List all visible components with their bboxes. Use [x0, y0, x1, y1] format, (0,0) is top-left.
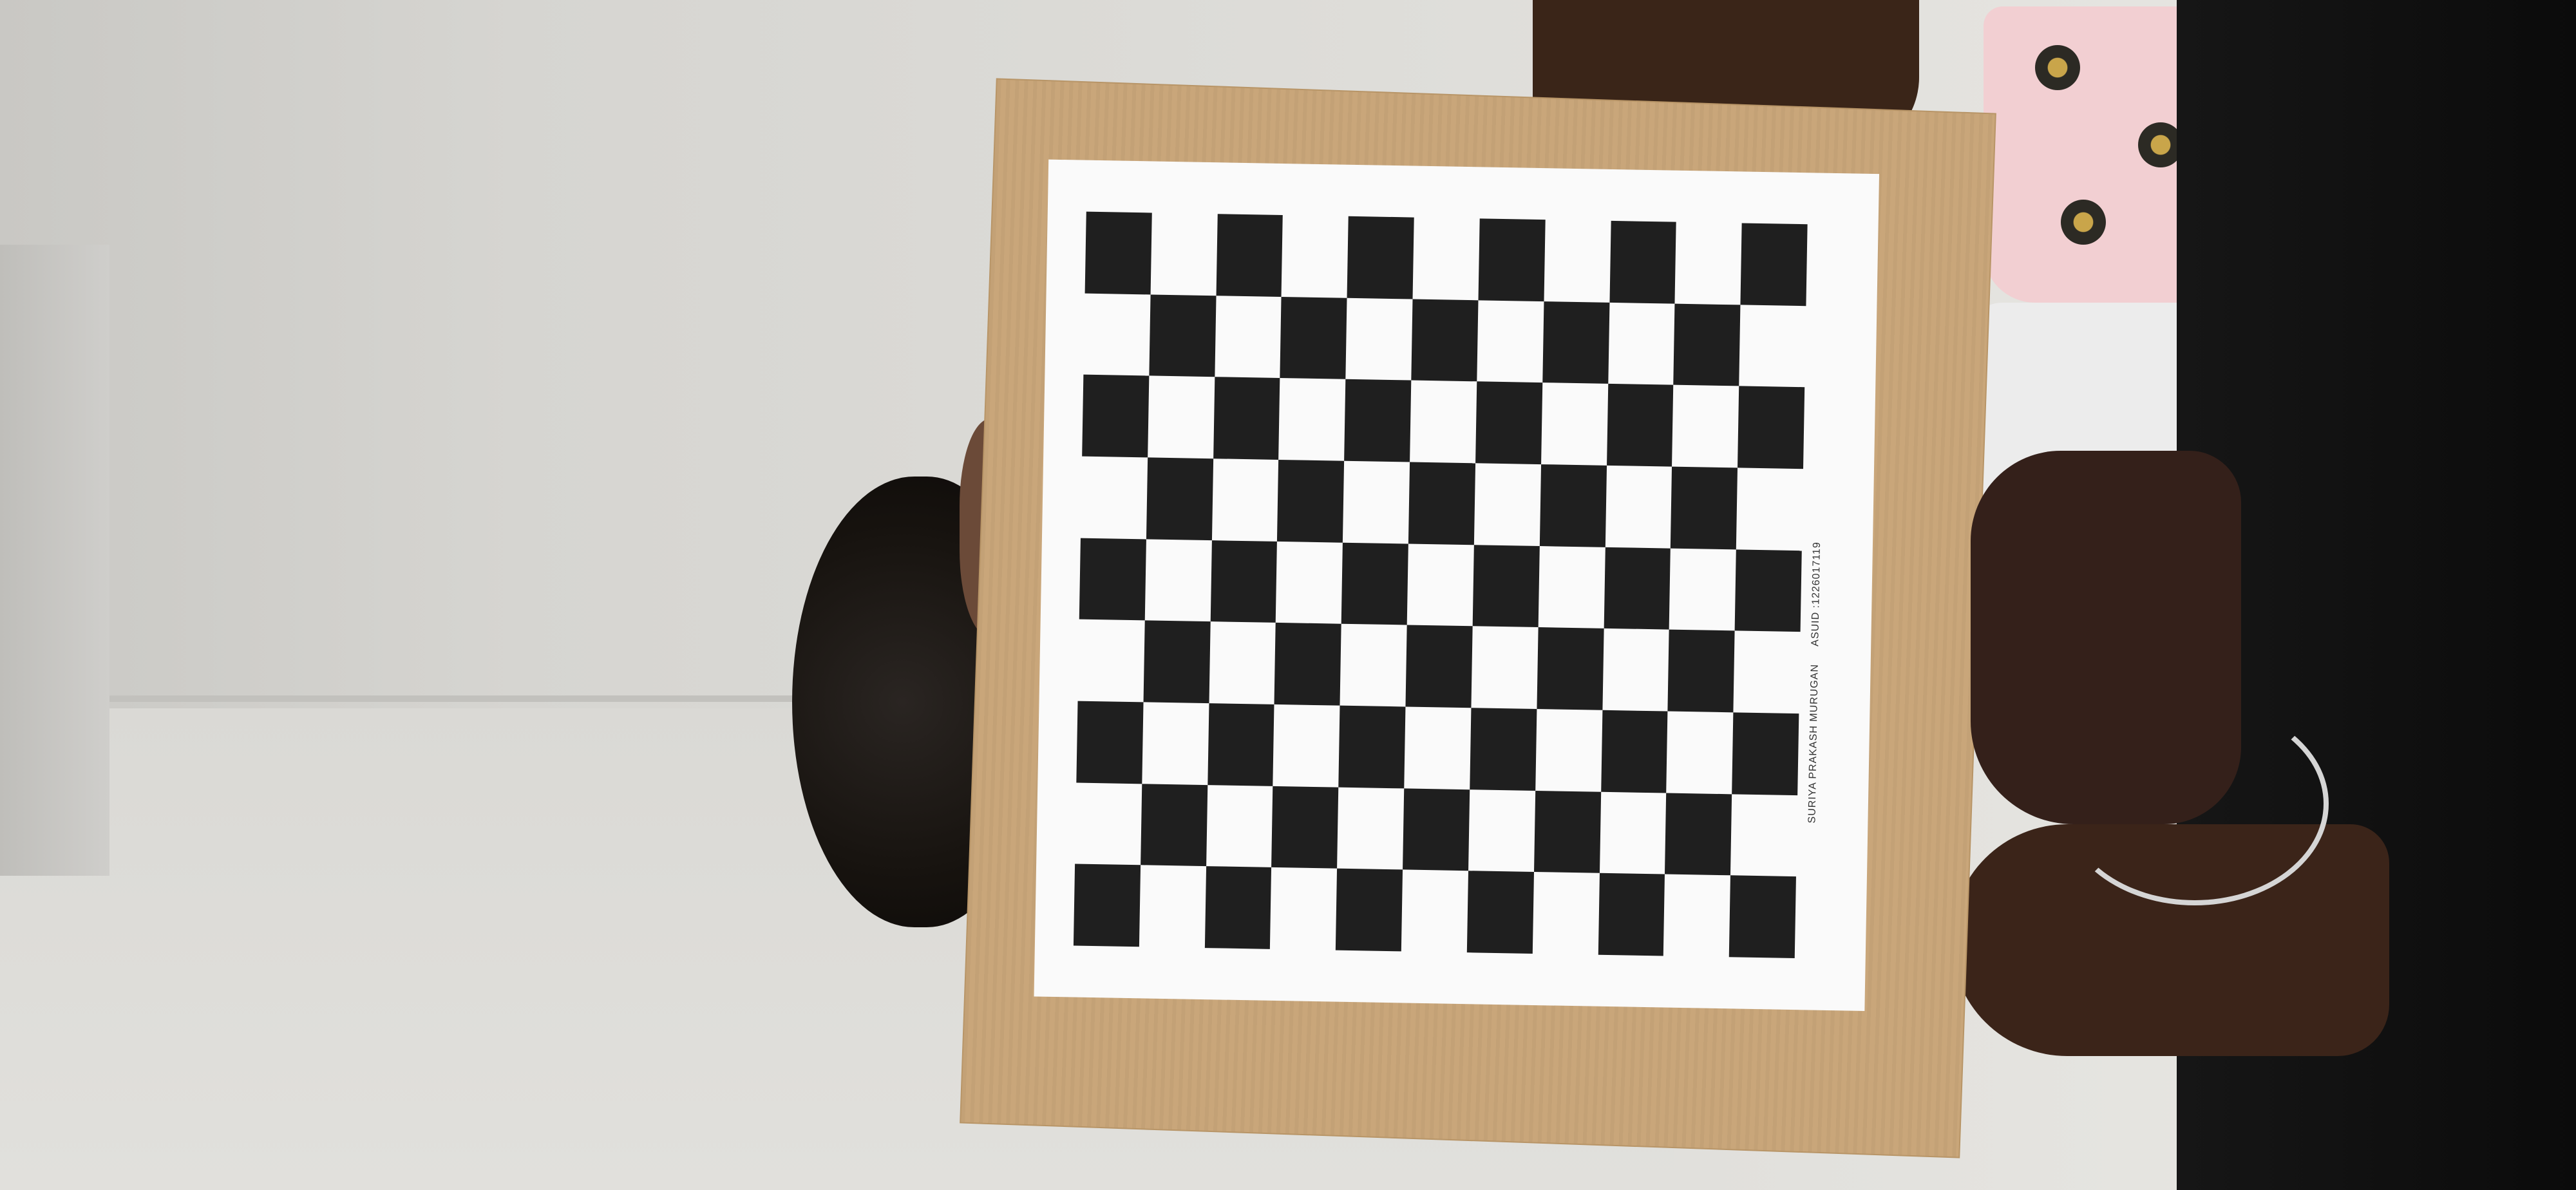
checker-square — [1539, 464, 1607, 547]
checker-square — [1084, 211, 1152, 295]
printed-name: SURIYA PRAKASH MURUGAN — [1806, 663, 1821, 824]
checker-square — [1671, 466, 1738, 550]
checkerboard-pattern — [1073, 211, 1808, 959]
checker-square — [1600, 710, 1668, 793]
checker-square — [1665, 793, 1732, 876]
cardboard-backing: SURIYA PRAKASH MURUGAN ASUID :1226017119 — [961, 79, 1995, 1157]
checker-square — [1403, 788, 1470, 871]
checker-square — [1542, 301, 1609, 384]
checker-square — [1207, 703, 1274, 786]
checker-square — [1140, 783, 1208, 867]
checker-square — [1478, 218, 1546, 301]
checker-square — [1604, 547, 1671, 630]
checker-square — [1336, 868, 1403, 952]
checker-square — [1344, 379, 1412, 462]
calibration-paper: SURIYA PRAKASH MURUGAN ASUID :1226017119 — [1034, 159, 1880, 1011]
checker-square — [1738, 386, 1805, 469]
checker-square — [1073, 864, 1141, 947]
checker-square — [1475, 381, 1542, 465]
side-wall — [0, 245, 109, 876]
checker-square — [1216, 214, 1283, 297]
checker-square — [1533, 790, 1601, 874]
checker-square — [1405, 625, 1473, 708]
checker-square — [1673, 303, 1741, 386]
printed-label: SURIYA PRAKASH MURUGAN ASUID :1226017119 — [1806, 243, 1836, 824]
checker-square — [1082, 374, 1150, 458]
checker-square — [1732, 712, 1799, 795]
checker-square — [1280, 296, 1347, 380]
checker-square — [1204, 866, 1272, 949]
checker-square — [1338, 705, 1406, 789]
checker-square — [1667, 629, 1735, 713]
checker-square — [1411, 299, 1479, 382]
checker-square — [1347, 216, 1414, 299]
checker-square — [1740, 223, 1808, 306]
checker-square — [1609, 220, 1677, 304]
flower-pattern — [2061, 200, 2106, 245]
checker-square — [1079, 538, 1146, 621]
printed-id: ASUID :1226017119 — [1810, 542, 1823, 647]
checker-square — [1149, 294, 1217, 377]
checker-square — [1537, 627, 1604, 710]
checker-square — [1146, 457, 1213, 540]
checker-square — [1598, 873, 1665, 956]
checker-square — [1271, 786, 1339, 869]
checker-square — [1466, 871, 1534, 954]
checker-square — [1076, 701, 1144, 784]
flower-pattern — [2035, 45, 2080, 90]
checker-square — [1274, 623, 1341, 706]
checker-square — [1277, 459, 1345, 543]
checker-square — [1728, 875, 1796, 959]
photo-scene: A SURIYA PRAKASH MURUGAN ASUID :12260171… — [0, 0, 2576, 1190]
checker-square — [1213, 377, 1280, 460]
checker-square — [1210, 540, 1278, 623]
checker-square — [1734, 549, 1802, 632]
checker-square — [1472, 544, 1540, 628]
checker-square — [1408, 462, 1475, 545]
bracelet — [2061, 702, 2329, 905]
checker-square — [1470, 708, 1537, 791]
checker-square — [1143, 620, 1211, 704]
checker-square — [1341, 542, 1408, 625]
checker-square — [1606, 384, 1674, 467]
